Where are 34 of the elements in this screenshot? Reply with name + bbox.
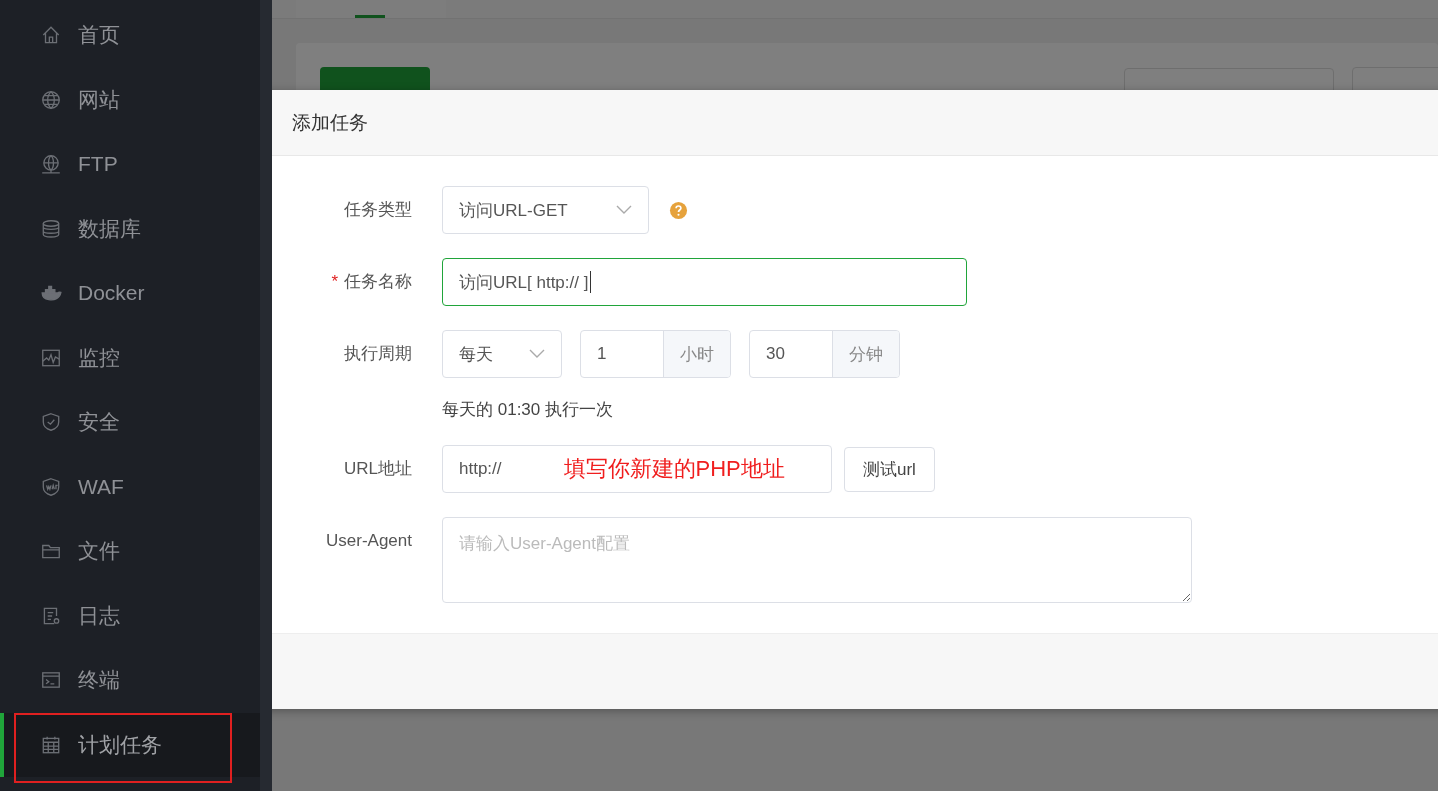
sidebar-item[interactable]: 首页	[0, 3, 260, 68]
sidebar-item[interactable]: 数据库	[0, 196, 260, 261]
sidebar-item[interactable]: 网站	[0, 67, 260, 132]
chevron-down-icon	[529, 349, 545, 359]
field-label: URL地址	[344, 459, 412, 478]
dialog-title: 添加任务	[292, 110, 368, 135]
sidebar-item[interactable]: 文件	[0, 519, 260, 584]
task-name-field[interactable]: 访问URL[ http:// ]	[442, 258, 967, 306]
annotation-text: 填写你新建的PHP地址	[563, 455, 785, 483]
help-icon[interactable]	[669, 200, 688, 220]
sidebar-item[interactable]: 监控	[0, 325, 260, 390]
field-label: 任务名称	[344, 272, 412, 291]
sidebar-item[interactable]: FTP	[0, 132, 260, 197]
url-field[interactable]: http:// 填写你新建的PHP地址	[442, 445, 832, 493]
field-label: 任务类型	[344, 200, 412, 219]
sidebar-item[interactable]: 终端	[0, 648, 260, 713]
sidebar-item[interactable]: Docker	[0, 261, 260, 326]
schedule-hint: 每天的 01:30 执行一次	[442, 399, 614, 421]
period-select[interactable]: 每天	[442, 330, 562, 378]
task-type-select[interactable]: 访问URL-GET	[442, 186, 649, 234]
sidebar-item[interactable]: WAF	[0, 454, 260, 519]
test-url-button[interactable]: 测试url	[844, 446, 935, 492]
field-label: 执行周期	[344, 344, 412, 363]
globe-icon	[40, 153, 62, 176]
shield-icon	[40, 411, 62, 434]
database-icon	[40, 217, 62, 240]
shield-icon	[40, 475, 62, 498]
user-agent-field[interactable]: 请输入User-Agent配置	[442, 517, 1192, 603]
required-mark: *	[331, 272, 338, 291]
chevron-down-icon	[616, 205, 632, 215]
sidebar-item[interactable]: 安全	[0, 390, 260, 455]
field-label: User-Agent	[326, 531, 412, 550]
globe-icon	[40, 88, 62, 111]
sidebar-item[interactable]: 日志	[0, 583, 260, 648]
